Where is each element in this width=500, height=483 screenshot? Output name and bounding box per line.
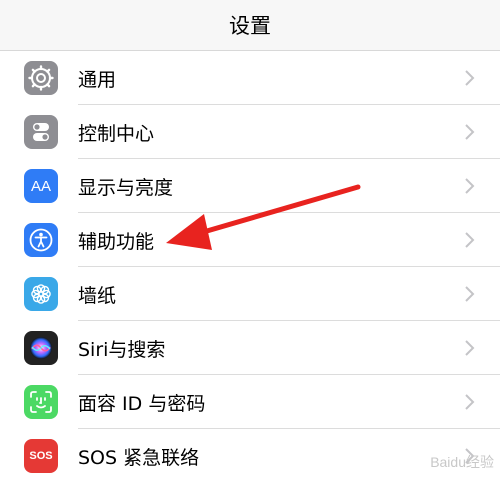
chevron-right-icon — [465, 178, 475, 194]
chevron-right-icon — [465, 232, 475, 248]
settings-row-control-center[interactable]: 控制中心 — [0, 105, 500, 159]
page-title: 设置 — [229, 14, 271, 38]
sos-icon-glyph: SOS — [29, 450, 53, 462]
settings-row-display-brightness[interactable]: AA 显示与亮度 — [0, 159, 500, 213]
chevron-right-icon — [465, 394, 475, 410]
settings-row-emergency-sos[interactable]: SOS SOS 紧急联络 — [0, 429, 500, 483]
siri-icon — [24, 331, 58, 365]
toggle-icon — [24, 115, 58, 149]
settings-label-general: 通用 — [78, 69, 117, 91]
settings-label-accessibility: 辅助功能 — [78, 231, 155, 253]
settings-label-face-id-passcode: 面容 ID 与密码 — [78, 393, 206, 415]
text-size-icon-glyph: AA — [30, 177, 51, 195]
navigation-bar: 设置 — [0, 0, 500, 51]
settings-list: 通用 控制中心 AA 显示与亮度 辅助功能 墙纸 Siri与搜索 面容 ID 与… — [0, 51, 500, 483]
settings-row-wallpaper[interactable]: 墙纸 — [0, 267, 500, 321]
watermark: Baidu经验 — [430, 454, 494, 470]
settings-label-control-center: 控制中心 — [78, 123, 155, 145]
settings-label-display-brightness: 显示与亮度 — [78, 177, 174, 199]
settings-label-emergency-sos: SOS 紧急联络 — [78, 447, 200, 469]
settings-row-siri-search[interactable]: Siri与搜索 — [0, 321, 500, 375]
settings-label-wallpaper: 墙纸 — [78, 285, 117, 307]
flower-icon — [24, 277, 58, 311]
face-id-icon — [24, 385, 58, 419]
settings-row-general[interactable]: 通用 — [0, 51, 500, 105]
text-size-icon: AA — [24, 169, 58, 203]
chevron-right-icon — [465, 124, 475, 140]
chevron-right-icon — [465, 340, 475, 356]
gear-icon — [24, 61, 58, 95]
settings-row-face-id-passcode[interactable]: 面容 ID 与密码 — [0, 375, 500, 429]
accessibility-icon — [24, 223, 58, 257]
settings-label-siri-search: Siri与搜索 — [78, 339, 166, 361]
sos-icon: SOS — [24, 439, 58, 473]
chevron-right-icon — [465, 70, 475, 86]
settings-row-accessibility[interactable]: 辅助功能 — [0, 213, 500, 267]
chevron-right-icon — [465, 286, 475, 302]
